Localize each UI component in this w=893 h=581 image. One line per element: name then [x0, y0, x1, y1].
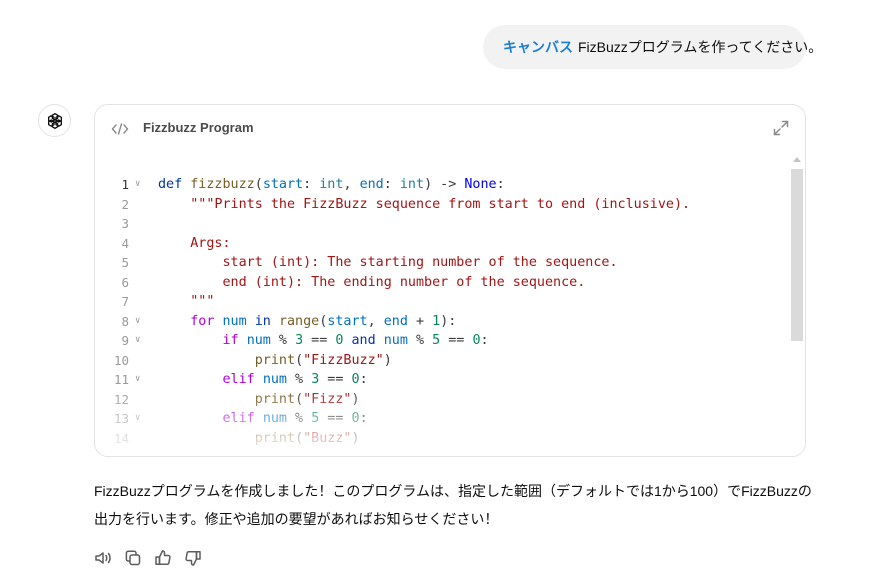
line-number: 11 — [113, 372, 129, 387]
line-number: 9 — [121, 333, 129, 348]
canvas-title: Fizzbuzz Program — [143, 120, 254, 135]
copy-icon — [125, 550, 141, 566]
code-line[interactable]: 4 Args: — [95, 234, 785, 254]
code-line[interactable]: 12 print("Fizz") — [95, 390, 785, 410]
code-line[interactable]: 1 ∨ def fizzbuzz(start: int, end: int) -> … — [95, 175, 785, 195]
code-text: print("FizzBuzz") — [254, 352, 392, 368]
code-text: """Prints the FizzBuzz sequence from sta… — [158, 196, 691, 212]
code-text: print("Fizz") — [254, 391, 360, 407]
assistant-response-text: FizzBuzzプログラムを作成しました！このプログラムは、指定した範囲（デフォ… — [94, 483, 812, 527]
line-number: 1 — [121, 177, 129, 192]
assistant-avatar — [38, 104, 71, 137]
code-line[interactable]: 9 ∨ if num % 3 == 0 and num % 5 == 0: — [95, 331, 785, 351]
code-line[interactable]: 3 — [95, 214, 785, 234]
code-text: elif num % 5 == 0: — [222, 411, 368, 426]
line-number: 6 — [121, 274, 129, 290]
thumbs-down-icon — [185, 551, 201, 566]
fold-chevron-icon[interactable]: ∨ — [135, 370, 147, 390]
code-text: """ — [158, 294, 215, 309]
canvas-header: Fizzbuzz Program — [95, 105, 805, 153]
line-number: 4 — [121, 235, 129, 251]
code-line[interactable]: 5 start (int): The starting number of th… — [95, 253, 785, 273]
thumbs-up-icon — [155, 550, 171, 565]
code-text: start (int): The starting number of the … — [158, 255, 618, 270]
code-line[interactable]: 7 """ — [95, 292, 785, 312]
read-aloud-button[interactable] — [94, 549, 112, 567]
read-aloud-icon — [95, 552, 111, 564]
line-number: 3 — [121, 216, 129, 231]
code-text: def fizzbuzz(start: int, end: int) -> No… — [158, 177, 505, 192]
code-text: end (int): The ending number of the sequ… — [158, 274, 586, 290]
line-number: 7 — [121, 294, 129, 309]
code-line[interactable]: 13 ∨ elif num % 5 == 0: — [95, 409, 785, 429]
line-number: 14 — [113, 430, 129, 446]
expand-icon[interactable] — [773, 120, 789, 136]
code-text: print("Buzz") — [254, 430, 360, 446]
fold-chevron-icon[interactable]: ∨ — [135, 331, 147, 351]
line-number: 2 — [121, 196, 129, 212]
thumbs-down-button[interactable] — [184, 549, 202, 567]
fold-chevron-icon[interactable]: ∨ — [135, 409, 147, 429]
canvas-tag[interactable]: キャンバス — [503, 37, 573, 57]
canvas-panel: Fizzbuzz Program 1 ∨ def fizzbuzz(start: i… — [94, 104, 806, 457]
line-number: 10 — [113, 352, 129, 368]
line-number: 13 — [113, 411, 129, 426]
code-editor[interactable]: 1 ∨ def fizzbuzz(start: int, end: int) -> … — [95, 175, 785, 445]
code-line[interactable]: 2 """Prints the FizzBuzz sequence from s… — [95, 195, 785, 215]
code-icon — [111, 123, 129, 135]
code-text: elif num % 3 == 0: — [222, 372, 368, 387]
code-line[interactable]: 6 end (int): The ending number of the se… — [95, 273, 785, 293]
code-line[interactable]: 10 print("FizzBuzz") — [95, 351, 785, 371]
code-text: for num in range(start, end + 1): — [190, 313, 457, 329]
code-line[interactable]: 14 print("Buzz") — [95, 429, 785, 446]
scroll-thumb[interactable] — [791, 169, 803, 341]
fold-chevron-icon[interactable]: ∨ — [135, 175, 147, 195]
openai-logo-icon — [47, 112, 62, 129]
thumbs-up-button[interactable] — [154, 549, 172, 567]
line-number: 5 — [121, 255, 129, 270]
fold-chevron-icon[interactable]: ∨ — [135, 312, 147, 332]
line-number: 8 — [121, 313, 129, 329]
copy-button[interactable] — [124, 549, 142, 567]
code-line[interactable]: 11 ∨ elif num % 3 == 0: — [95, 370, 785, 390]
code-text: Args: — [158, 235, 231, 251]
code-text: if num % 3 == 0 and num % 5 == 0: — [222, 333, 489, 348]
message-actions — [94, 549, 202, 569]
code-scrollbar[interactable] — [791, 157, 803, 453]
user-message-text: FizBuzzプログラムを作ってください。 — [578, 39, 823, 55]
code-line[interactable]: 8 ∨ for num in range(start, end + 1): — [95, 312, 785, 332]
user-message-bubble: キャンバス FizBuzzプログラムを作ってください。 — [483, 25, 822, 69]
scroll-up-arrow-icon[interactable] — [793, 157, 801, 162]
line-number: 12 — [113, 391, 129, 407]
